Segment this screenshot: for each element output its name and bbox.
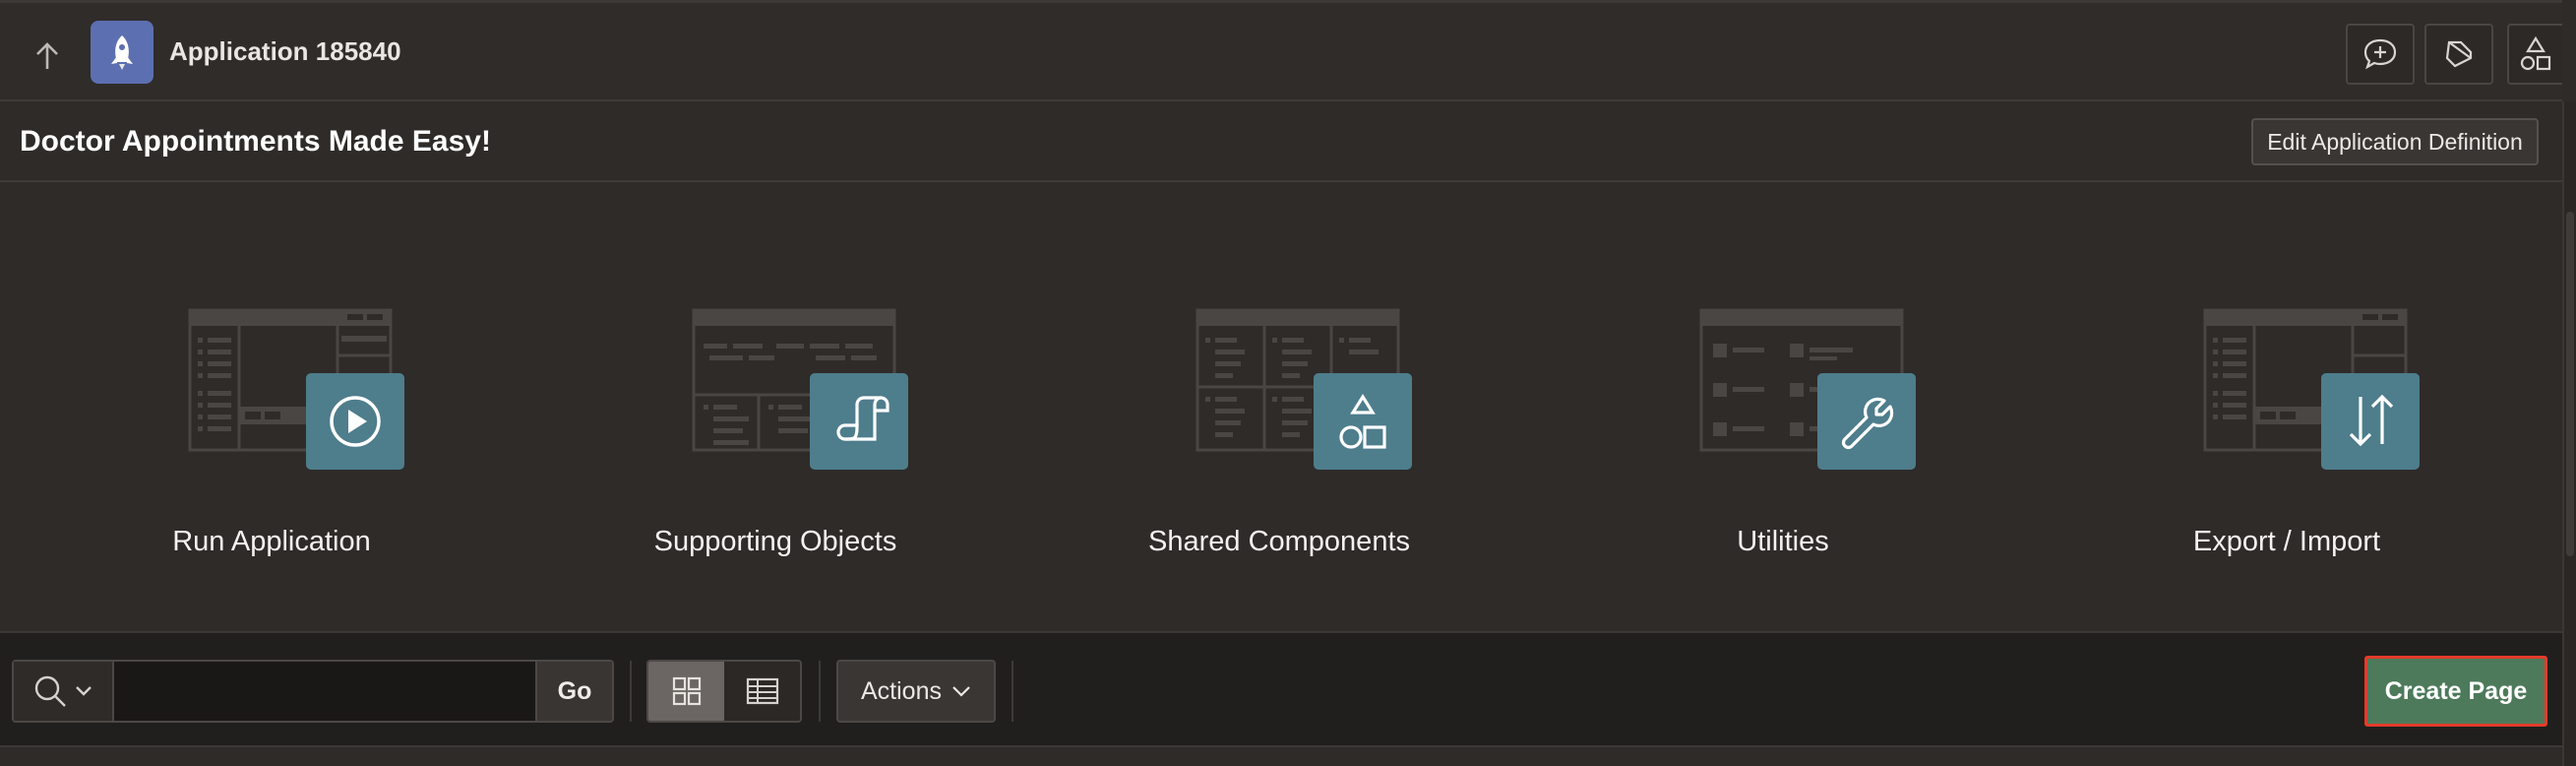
search-input[interactable] — [114, 662, 535, 721]
page-toolbar: Go Actions Create Page — [0, 631, 2562, 745]
report-view-button[interactable] — [724, 662, 800, 721]
developer-tools-button[interactable] — [2424, 24, 2493, 85]
create-page-button[interactable]: Create Page — [2364, 656, 2547, 727]
actions-menu-button[interactable]: Actions — [836, 660, 996, 723]
search-bar: Go — [12, 660, 614, 723]
search-column-picker[interactable] — [14, 662, 114, 721]
chevron-down-icon — [76, 686, 92, 696]
search-icon — [34, 675, 66, 707]
arrow-up-icon[interactable] — [28, 36, 67, 76]
chevron-down-icon — [952, 686, 970, 697]
tile-label: Supporting Objects — [653, 526, 897, 557]
page-layout-illustration — [2203, 308, 2420, 470]
chat-plus-icon — [2363, 38, 2397, 70]
shared-components-shortcut[interactable] — [2507, 24, 2562, 85]
app-title: Application 185840 — [169, 36, 401, 66]
rocket-icon[interactable] — [91, 21, 153, 84]
divider — [819, 661, 821, 722]
tile-label: Utilities — [1737, 526, 1829, 557]
page-footer-edge — [0, 745, 2562, 766]
grid-icon — [672, 676, 701, 706]
page-title: Doctor Appointments Made Easy! — [20, 125, 491, 158]
go-button[interactable]: Go — [535, 662, 612, 721]
app-tiles: Run Application Supporting Objects Share… — [0, 183, 2562, 631]
tile-shared-components[interactable]: Shared Components — [1027, 183, 1531, 631]
table-icon — [746, 677, 778, 705]
tile-label: Export / Import — [2192, 526, 2381, 557]
tile-label: Shared Components — [1148, 526, 1410, 557]
tile-run-application[interactable]: Run Application — [20, 183, 523, 631]
tile-supporting-objects[interactable]: Supporting Objects — [523, 183, 1027, 631]
page-layout-illustration — [1196, 308, 1412, 470]
tile-label: Run Application — [172, 526, 371, 557]
tile-utilities[interactable]: Utilities — [1531, 183, 2035, 631]
page-header: Doctor Appointments Made Easy! Edit Appl… — [0, 101, 2562, 182]
divider — [1012, 661, 1013, 722]
app-header: Application 185840 — [0, 0, 2562, 101]
divider — [630, 661, 632, 722]
page-layout-illustration — [692, 308, 908, 470]
scrollbar-thumb[interactable] — [2566, 212, 2574, 556]
tile-export-import[interactable]: Export / Import — [2035, 183, 2539, 631]
vertical-scrollbar[interactable] — [2562, 101, 2576, 766]
view-mode-toggle — [646, 660, 802, 723]
shapes-icon — [2520, 35, 2551, 71]
icon-view-button[interactable] — [648, 662, 724, 721]
feedback-button[interactable] — [2346, 24, 2415, 85]
flashlight-icon — [2445, 40, 2473, 68]
page-layout-illustration — [1699, 308, 1916, 470]
page-layout-illustration — [188, 308, 404, 470]
edit-application-definition-button[interactable]: Edit Application Definition — [2251, 118, 2539, 165]
actions-label: Actions — [861, 676, 942, 705]
